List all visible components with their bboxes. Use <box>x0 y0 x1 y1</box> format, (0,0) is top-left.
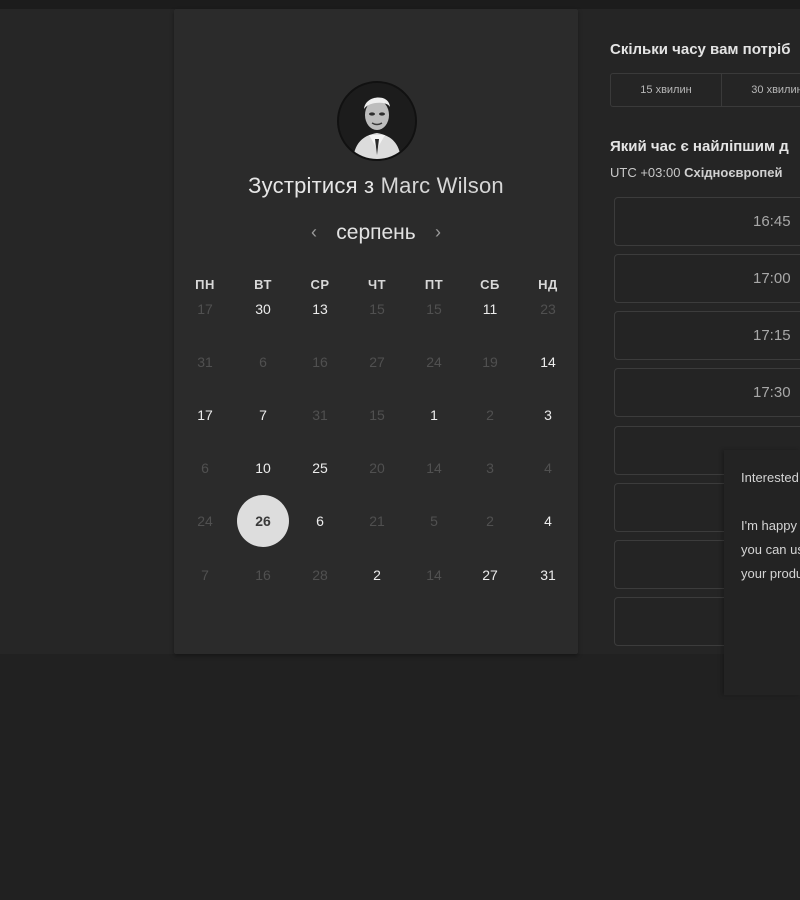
calendar-day: 24 <box>197 513 213 529</box>
time-slot-label: 17:00 <box>753 270 791 287</box>
calendar-day[interactable]: 1 <box>414 395 454 435</box>
calendar-day: 6 <box>259 354 267 370</box>
calendar-day: 21 <box>369 513 385 529</box>
time-slot[interactable]: 17:00 <box>614 254 800 303</box>
calendar-day: 31 <box>312 407 328 423</box>
timezone-offset: UTC +03:00 <box>610 165 681 180</box>
calendar-day: 4 <box>544 460 552 476</box>
duration-selector: 15 хвилин 30 хвилин <box>610 73 800 107</box>
time-slot-label: 17:30 <box>753 384 791 401</box>
timezone-name: Східноєвропей <box>684 165 783 180</box>
calendar-day: 23 <box>540 301 556 317</box>
time-heading: Який час є найліпшим д <box>610 138 789 155</box>
calendar-day: 5 <box>430 513 438 529</box>
chat-paragraph-1: Interested in Management department <box>741 470 800 485</box>
calendar-card: Зустрітися з Marc Wilson серпень ‹ › ПН В… <box>174 9 578 654</box>
calendar-day: 27 <box>369 354 385 370</box>
calendar-day-grid: 17 30 13 15 15 11 23 31 6 16 27 24 19 14 17 7 31 15 1 2 3 6 10… <box>174 9 578 654</box>
calendar-day: 24 <box>426 354 442 370</box>
duration-heading: Скільки часу вам потріб <box>610 41 791 58</box>
calendar-day[interactable]: 10 <box>243 448 283 488</box>
calendar-day: 14 <box>426 460 442 476</box>
top-bar <box>0 0 800 9</box>
duration-option-15[interactable]: 15 хвилин <box>611 74 722 106</box>
calendar-day: 7 <box>201 567 209 583</box>
left-backdrop <box>0 9 174 654</box>
calendar-day: 31 <box>197 354 213 370</box>
calendar-day[interactable]: 2 <box>357 555 397 595</box>
calendar-day[interactable]: 13 <box>300 289 340 329</box>
calendar-day[interactable]: 14 <box>528 342 568 382</box>
calendar-day[interactable]: 4 <box>528 501 568 541</box>
bottom-backdrop <box>0 654 800 900</box>
calendar-day: 6 <box>201 460 209 476</box>
calendar-day[interactable]: 31 <box>528 555 568 595</box>
calendar-day[interactable]: 11 <box>470 289 510 329</box>
calendar-day: 14 <box>426 567 442 583</box>
calendar-day: 16 <box>312 354 328 370</box>
chat-message: Interested in Management department I'm … <box>741 466 800 610</box>
time-slot[interactable]: 17:30 <box>614 368 800 417</box>
calendar-day: 3 <box>486 460 494 476</box>
calendar-day: 19 <box>482 354 498 370</box>
calendar-day: 2 <box>486 513 494 529</box>
calendar-day: 2 <box>486 407 494 423</box>
calendar-day[interactable]: 17 <box>185 395 225 435</box>
time-slot[interactable]: 16:45 <box>614 197 800 246</box>
calendar-day[interactable]: 6 <box>300 501 340 541</box>
time-slot-label: 16:45 <box>753 213 791 230</box>
calendar-day-selected[interactable]: 26 <box>237 495 289 547</box>
calendar-day[interactable]: 25 <box>300 448 340 488</box>
chat-popup[interactable]: Interested in Management department I'm … <box>724 450 800 695</box>
calendar-day[interactable]: 7 <box>243 395 283 435</box>
page: Зустрітися з Marc Wilson серпень ‹ › ПН В… <box>0 0 800 900</box>
time-slot[interactable]: 17:15 <box>614 311 800 360</box>
calendar-day[interactable]: 27 <box>470 555 510 595</box>
calendar-day: 17 <box>197 301 213 317</box>
duration-option-30[interactable]: 30 хвилин <box>722 74 800 106</box>
chat-paragraph-2: I'm happy to give you insight into how y… <box>741 518 800 581</box>
calendar-day: 15 <box>369 301 385 317</box>
calendar-day[interactable]: 30 <box>243 289 283 329</box>
time-slot-label: 17:15 <box>753 327 791 344</box>
timezone-line[interactable]: UTC +03:00 Східноєвропей <box>610 165 782 180</box>
calendar-day: 16 <box>255 567 271 583</box>
calendar-day: 15 <box>369 407 385 423</box>
calendar-day[interactable]: 3 <box>528 395 568 435</box>
calendar-day: 28 <box>312 567 328 583</box>
calendar-day: 15 <box>426 301 442 317</box>
calendar-day: 20 <box>369 460 385 476</box>
